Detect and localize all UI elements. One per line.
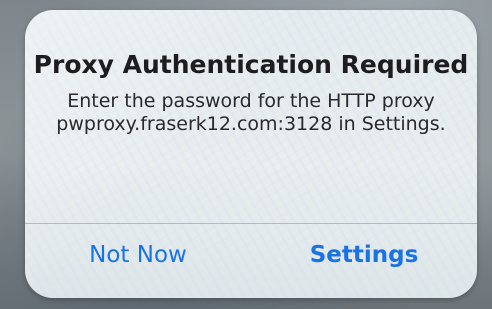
not-now-button[interactable]: Not Now — [25, 224, 251, 298]
alert-message: Enter the password for the HTTP proxy pw… — [56, 90, 446, 135]
settings-button[interactable]: Settings — [251, 224, 477, 298]
screen-background: Proxy Authentication Required Enter the … — [0, 0, 492, 309]
alert-content: Proxy Authentication Required Enter the … — [25, 50, 477, 136]
alert-buttons: Not Now Settings — [25, 224, 477, 298]
alert-title: Proxy Authentication Required — [33, 50, 469, 79]
proxy-auth-alert: Proxy Authentication Required Enter the … — [25, 10, 477, 298]
